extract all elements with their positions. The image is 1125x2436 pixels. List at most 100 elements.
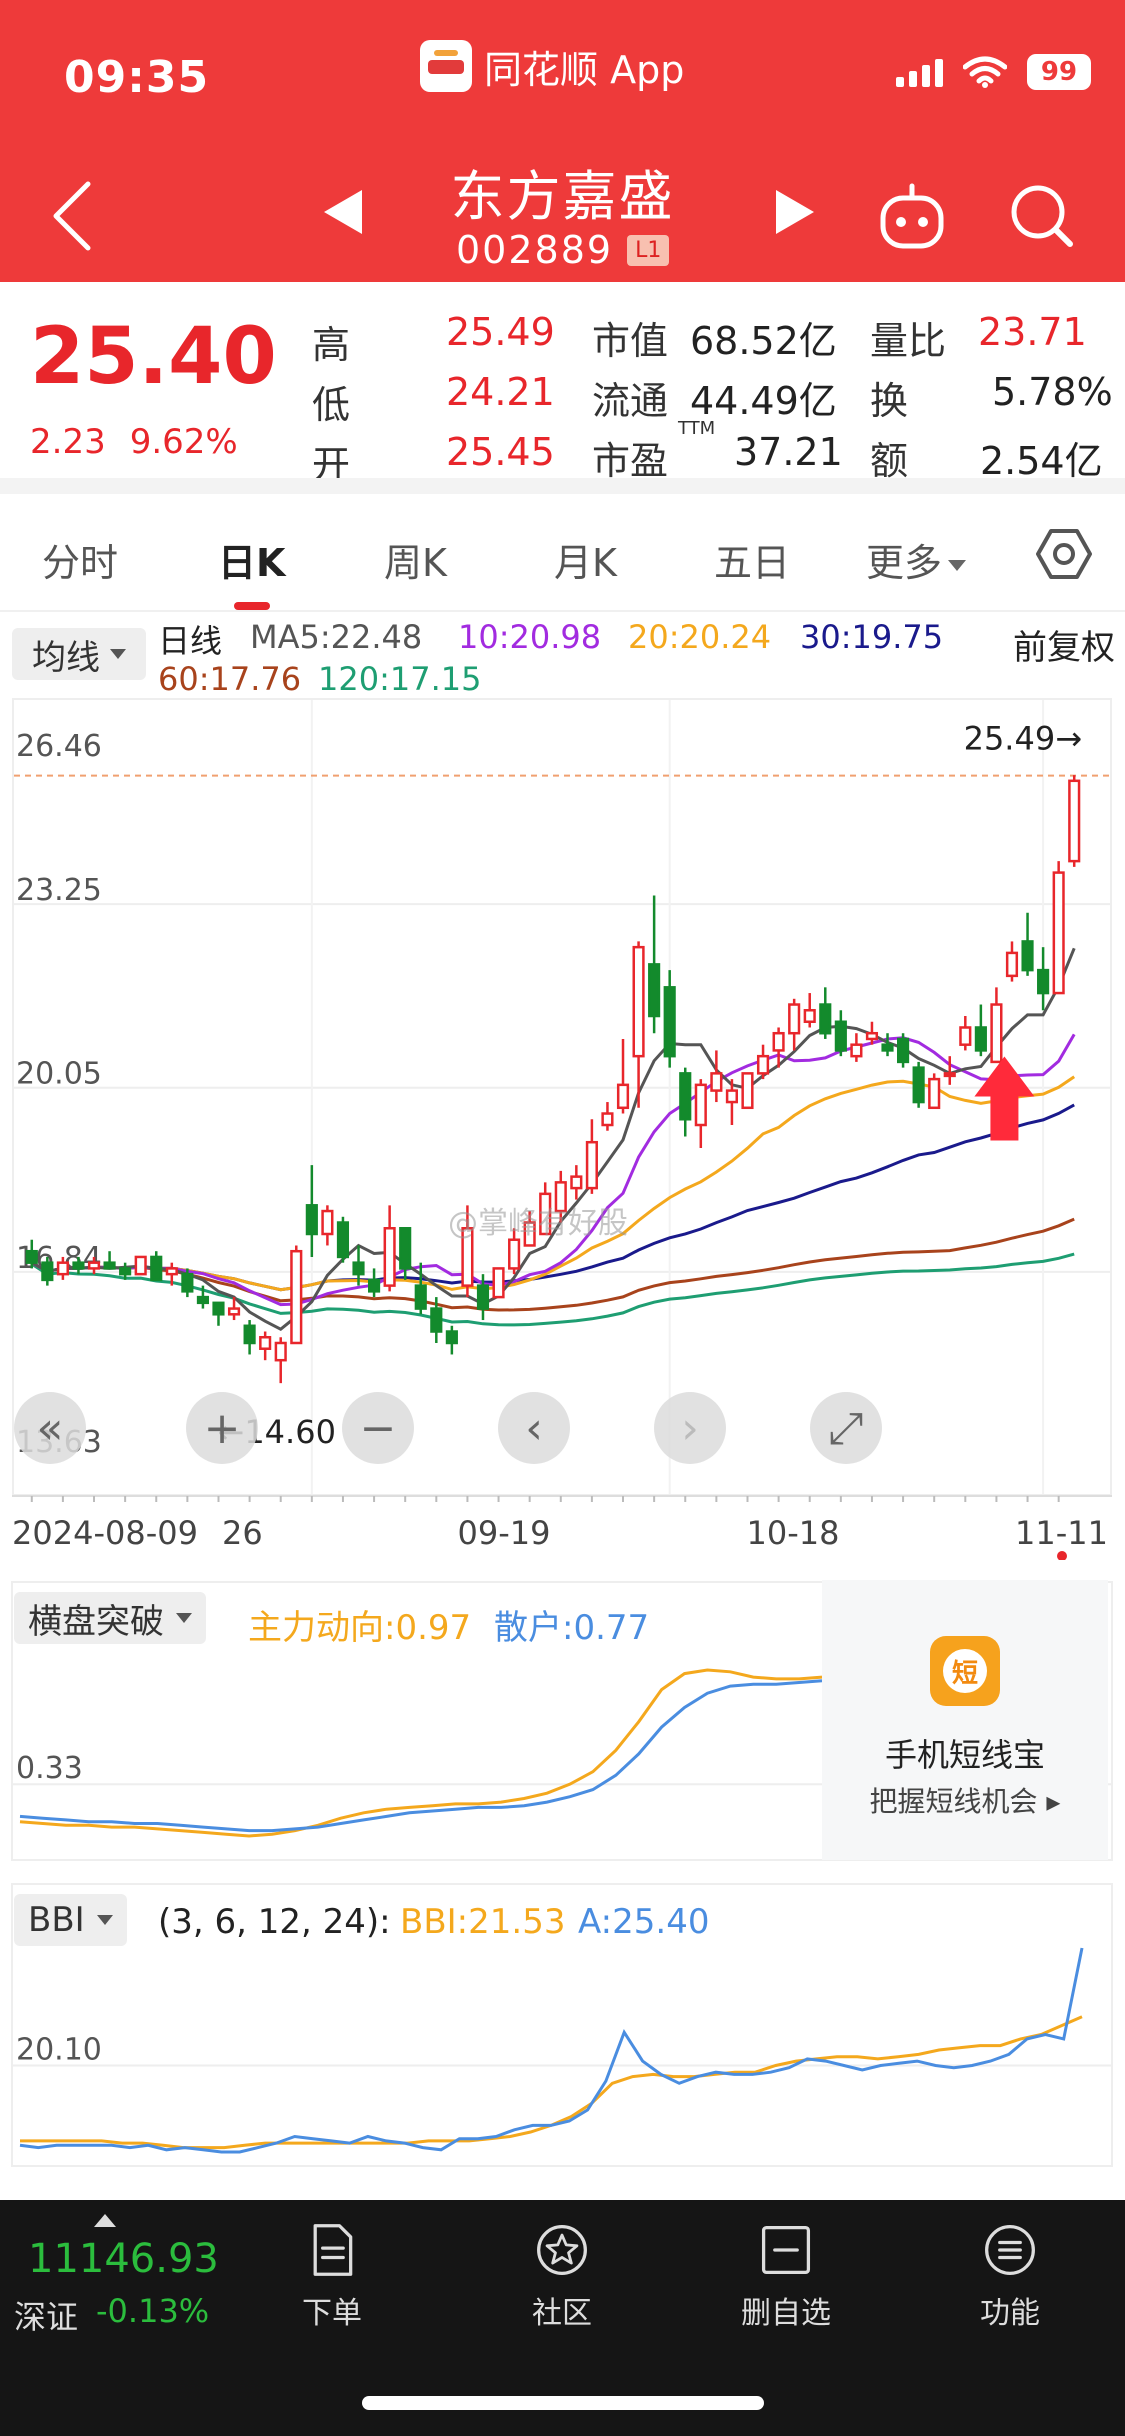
x-date-label: 11-11 xyxy=(1015,1514,1108,1552)
nav-order-label: 下单 xyxy=(302,2296,362,2331)
candle-up xyxy=(632,945,645,1058)
scroll-left-fast-button[interactable]: « xyxy=(14,1392,86,1464)
nav-order-button[interactable]: 下单 xyxy=(262,2222,402,2332)
candle-down xyxy=(368,1278,381,1293)
series-A-line xyxy=(19,1947,1084,2154)
candle-up xyxy=(725,1089,738,1104)
scroll-right-button[interactable]: › xyxy=(654,1392,726,1464)
candle-up xyxy=(928,1077,941,1110)
menu-circle-icon xyxy=(985,2225,1035,2275)
candle-down xyxy=(25,1249,38,1264)
candle-down xyxy=(196,1295,209,1305)
minus-box-icon xyxy=(761,2225,811,2275)
candle-up xyxy=(756,1054,770,1075)
y-tick-label: 0.33 xyxy=(16,1751,83,1786)
candle-up xyxy=(259,1336,272,1350)
index-value[interactable]: 11146.93 xyxy=(28,2236,219,2282)
candle-down xyxy=(476,1284,490,1310)
scroll-left-button[interactable]: ‹ xyxy=(498,1392,570,1464)
candle-up xyxy=(134,1255,147,1276)
candle-down xyxy=(430,1307,443,1333)
candle-up xyxy=(772,1031,785,1052)
x-date-label: 10-18 xyxy=(747,1514,840,1552)
candle-down xyxy=(912,1066,925,1104)
candle-down xyxy=(834,1020,847,1052)
candle-down xyxy=(336,1221,350,1259)
candle-down xyxy=(881,1043,894,1052)
community-star-icon xyxy=(537,2225,587,2275)
candle-up xyxy=(508,1238,521,1270)
candle-up xyxy=(741,1072,754,1110)
candle-down xyxy=(819,1003,832,1035)
candle-down xyxy=(243,1324,256,1345)
candle-up xyxy=(850,1043,863,1058)
candle-up xyxy=(274,1341,287,1362)
candle-up xyxy=(321,1209,334,1236)
candle-up xyxy=(1005,951,1019,978)
candle-up xyxy=(803,1009,816,1023)
candle-up xyxy=(570,1175,583,1190)
series-散户-line xyxy=(19,1679,823,1833)
fullscreen-button[interactable]: ⤢ xyxy=(810,1392,882,1464)
candle-up xyxy=(710,1072,723,1092)
candle-down xyxy=(305,1204,318,1236)
document-icon xyxy=(313,2224,353,2276)
candle-up xyxy=(227,1307,241,1316)
kline-chart[interactable]: 26.4623.2520.0516.8413.6325.49→←14.60202… xyxy=(0,0,1125,1560)
candle-up xyxy=(165,1267,178,1276)
x-date-label: 2024-08-09 xyxy=(12,1514,198,1552)
zoom-in-button[interactable]: + xyxy=(186,1392,258,1464)
y-tick-label: 23.25 xyxy=(16,873,102,908)
nav-functions-button[interactable]: 功能 xyxy=(940,2222,1080,2332)
index-change: -0.13% xyxy=(96,2292,210,2330)
candle-down xyxy=(352,1261,365,1276)
candle-down xyxy=(1037,968,1050,995)
candle-down xyxy=(445,1330,458,1345)
candle-up xyxy=(959,1026,972,1046)
candle-up xyxy=(87,1261,101,1270)
nav-community-button[interactable]: 社区 xyxy=(492,2222,632,2332)
candle-up xyxy=(1068,779,1081,863)
index-name: 深证 xyxy=(14,2298,79,2336)
series-BBI-line xyxy=(20,2015,1083,2150)
nav-community-label: 社区 xyxy=(532,2296,592,2331)
candle-up xyxy=(56,1261,69,1276)
candle-down xyxy=(72,1261,85,1270)
nav-remove-watchlist-label: 删自选 xyxy=(741,2296,831,2331)
promo-subtitle: 把握短线机会 ▸ xyxy=(869,1785,1061,1818)
red-up-arrow-icon xyxy=(974,1056,1035,1141)
candle-down xyxy=(103,1261,116,1270)
y-tick-label: 20.05 xyxy=(16,1057,102,1092)
indicator2-chart[interactable]: 20.10 xyxy=(0,1876,1125,2172)
latest-date-dot xyxy=(1057,1551,1067,1560)
candle-down xyxy=(897,1037,910,1064)
candle-up xyxy=(694,1083,707,1127)
candle-down xyxy=(414,1284,427,1310)
promo-card[interactable]: 短 手机短线宝 把握短线机会 ▸ xyxy=(822,1580,1108,1860)
promo-title: 手机短线宝 xyxy=(884,1736,1045,1774)
promo-icon: 短 xyxy=(930,1636,1000,1706)
candle-down xyxy=(181,1272,194,1293)
nav-functions-label: 功能 xyxy=(980,2296,1040,2331)
candle-up xyxy=(290,1249,303,1345)
promo-icon-char: 短 xyxy=(943,1649,987,1693)
zoom-out-button[interactable]: − xyxy=(342,1392,414,1464)
candle-down xyxy=(663,986,676,1058)
y-tick-label: 20.10 xyxy=(16,2033,102,2068)
candle-down xyxy=(974,1026,987,1052)
candle-up xyxy=(943,1072,956,1078)
candle-down xyxy=(1021,940,1034,972)
candle-up xyxy=(616,1083,630,1110)
candle-up xyxy=(492,1267,505,1299)
candle-down xyxy=(679,1072,692,1121)
x-date-label: 09-19 xyxy=(458,1514,551,1552)
candle-up xyxy=(990,1003,1003,1064)
candle-up xyxy=(865,1031,879,1041)
home-indicator xyxy=(362,2396,764,2410)
nav-remove-watchlist-button[interactable]: 删自选 xyxy=(716,2222,856,2332)
ma20-line xyxy=(31,1075,1076,1292)
candle-up xyxy=(1052,871,1065,995)
candle-up xyxy=(788,1003,801,1035)
watermark: @掌峰有好股 xyxy=(448,1206,628,1241)
expand-up-icon[interactable] xyxy=(94,2214,116,2227)
